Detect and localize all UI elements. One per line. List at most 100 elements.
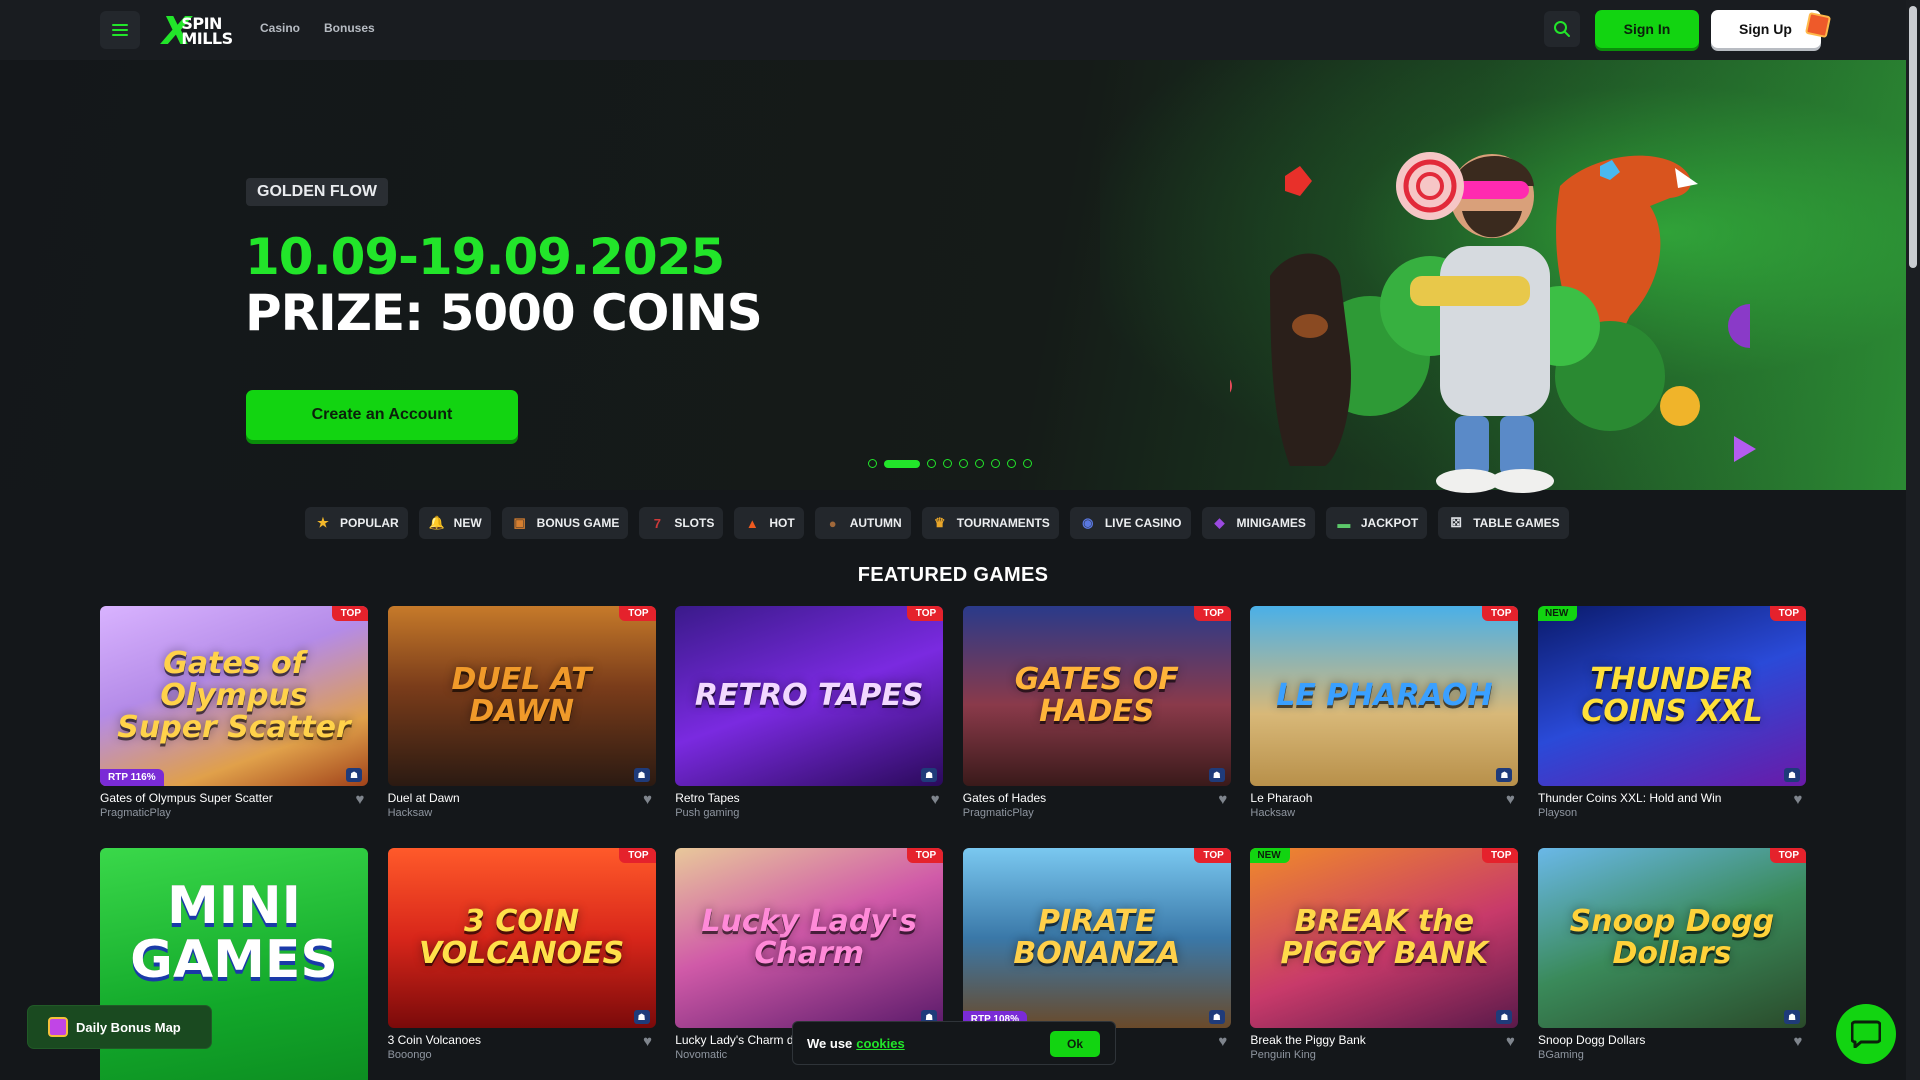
carousel-dot[interactable]	[1023, 459, 1032, 468]
game-card[interactable]: GATES OF HADES TOP ☗ Gates of Hades Pragmati…	[962, 606, 1231, 819]
top-badge: TOP	[1482, 848, 1519, 863]
category-label: LIVE CASINO	[1104, 516, 1182, 530]
favorite-heart-icon[interactable]: ♥	[640, 792, 656, 808]
game-art-title: Lucky Lady's Charm	[701, 904, 917, 971]
sign-up-label: Sign Up	[1739, 21, 1792, 37]
cash-icon: ▬	[1337, 515, 1351, 531]
category-jackpot[interactable]: ▬ JACKPOT	[1325, 507, 1428, 539]
favorite-heart-icon[interactable]: ♥	[1502, 1034, 1518, 1050]
carousel-dot[interactable]	[1007, 459, 1016, 468]
hero-carousel-dots	[868, 459, 1032, 468]
game-name: Snoop Dogg Dollars	[1538, 1033, 1646, 1047]
category-label: AUTUMN	[849, 516, 902, 530]
game-name: Gates of Hades	[962, 791, 1047, 805]
favorite-heart-icon[interactable]: ♥	[1215, 1034, 1231, 1050]
game-provider: PragmaticPlay	[100, 807, 171, 819]
game-provider: Hacksaw	[387, 807, 433, 819]
top-badge: TOP	[331, 606, 368, 621]
hamburger-menu-button[interactable]	[100, 11, 140, 49]
favorite-heart-icon[interactable]: ♥	[927, 792, 943, 808]
favorite-heart-icon[interactable]: ♥	[640, 1034, 656, 1050]
hero-banner[interactable]: GOLDEN FLOW 10.09-19.09.2025 PRIZE: 5000…	[0, 60, 1906, 493]
acorn-icon: ●	[828, 515, 837, 531]
new-badge: NEW	[1250, 848, 1290, 863]
category-table-games[interactable]: ⚄ TABLE GAMES	[1438, 507, 1569, 539]
carousel-dot[interactable]	[868, 459, 877, 468]
game-card[interactable]: LE PHARAOH TOP ☗ Le Pharaoh Hacksaw ♥	[1250, 606, 1519, 819]
favorite-heart-icon[interactable]: ♥	[1790, 1034, 1806, 1050]
carousel-dot[interactable]	[959, 459, 968, 468]
category-live-casino[interactable]: ◉ LIVE CASINO	[1069, 507, 1191, 539]
gem-icon: ◆	[1214, 515, 1225, 530]
category-label: SLOTS	[674, 516, 715, 530]
category-minigames[interactable]: ◆ MINIGAMES	[1201, 507, 1315, 539]
carousel-dot[interactable]	[943, 459, 952, 468]
top-badge: TOP	[1769, 606, 1806, 621]
game-card[interactable]: Snoop Dogg Dollars TOP ☗ Snoop Dogg Dollars…	[1538, 848, 1806, 1061]
game-card[interactable]: DUEL AT DAWN TOP ☗ Duel at Dawn Hacksaw ♥	[387, 606, 656, 819]
game-provider: Push gaming	[675, 807, 740, 819]
category-popular[interactable]: ★ POPULAR	[305, 507, 408, 539]
bonus-buy-icon: ☗	[1496, 1010, 1513, 1024]
category-tournaments[interactable]: ♛ TOURNAMENTS	[921, 507, 1059, 539]
carousel-dot[interactable]	[991, 459, 1000, 468]
game-card[interactable]: RETRO TAPES TOP ☗ Retro Tapes Push gaming ♥	[675, 606, 944, 819]
bonus-buy-icon: ☗	[1496, 768, 1513, 782]
logo-line2: MILLS	[181, 29, 233, 48]
minigames-title: MINI GAMES	[130, 876, 338, 990]
carousel-dot[interactable]	[975, 459, 984, 468]
game-category-bar: ★ POPULAR 🔔 NEW ▣ BONUS GAME 7 SLOTS ▲ HOT ● AUTUMN…	[305, 507, 1569, 539]
game-card[interactable]: 3 COIN VOLCANOES TOP ☗ 3 Coin Volcanoes Booo…	[387, 848, 656, 1061]
category-new[interactable]: 🔔 NEW	[418, 507, 491, 539]
cookie-ok-button[interactable]: Ok	[1050, 1031, 1100, 1057]
nav-casino-link[interactable]: Casino	[260, 21, 300, 35]
nav-bonuses-link[interactable]: Bonuses	[324, 21, 375, 35]
hamburger-icon	[112, 24, 128, 36]
game-name: Thunder Coins XXL: Hold and Win	[1538, 791, 1722, 805]
logo-wordmark: SPIN MILLS	[181, 16, 233, 48]
bonus-buy-icon: ☗	[921, 768, 938, 782]
category-autumn[interactable]: ● AUTUMN	[814, 507, 911, 539]
sign-in-button[interactable]: Sign In	[1595, 10, 1699, 48]
search-icon	[1554, 21, 1570, 37]
sign-up-button[interactable]: Sign Up	[1711, 10, 1832, 48]
favorite-heart-icon[interactable]: ♥	[1790, 792, 1806, 808]
hero-play-arrow-icon	[1734, 436, 1756, 462]
favorite-heart-icon[interactable]: ♥	[1502, 792, 1518, 808]
hero-characters-illustration	[1230, 152, 1750, 493]
game-name: Gates of Olympus Super Scatter	[100, 791, 273, 805]
game-thumbnail: RETRO TAPES TOP ☗	[675, 606, 944, 786]
create-account-button[interactable]: Create an Account	[246, 390, 518, 440]
favorite-heart-icon[interactable]: ♥	[352, 792, 368, 808]
top-badge: TOP	[1769, 848, 1806, 863]
category-label: BONUS GAME	[536, 516, 620, 530]
category-bonus-game[interactable]: ▣ BONUS GAME	[501, 507, 629, 539]
top-header: X SPIN MILLS Casino Bonuses Sign In Sign…	[0, 0, 1906, 60]
favorite-heart-icon[interactable]: ♥	[1215, 792, 1231, 808]
game-card[interactable]: PIRATE BONANZATOPRTP 108%☗Pirate Bonanza…	[962, 848, 1231, 1050]
roulette-icon: ◉	[1082, 515, 1094, 530]
treasure-chest-icon: ▣	[513, 515, 526, 530]
game-thumbnail: 3 COIN VOLCANOES TOP ☗	[387, 848, 656, 1028]
game-thumbnail: DUEL AT DAWN TOP ☗	[387, 606, 656, 786]
daily-bonus-map-button[interactable]: Daily Bonus Map	[28, 1006, 211, 1048]
category-slots[interactable]: 7 SLOTS	[639, 507, 724, 539]
game-card[interactable]: THUNDER COINS XXL TOP NEW ☗ Thunder Coins XX…	[1538, 606, 1806, 819]
game-card[interactable]: BREAK the PIGGY BANK TOP NEW ☗ Break the Pig…	[1250, 848, 1519, 1061]
page-scrollbar[interactable]	[1906, 0, 1920, 1080]
carousel-dot[interactable]	[927, 459, 936, 468]
cookies-link[interactable]: cookies	[856, 1036, 904, 1051]
game-thumbnail: Lucky Lady's Charm TOP ☗	[675, 848, 944, 1028]
category-hot[interactable]: ▲ HOT	[734, 507, 804, 539]
category-label: TOURNAMENTS	[956, 516, 1050, 530]
live-chat-button[interactable]	[1836, 1004, 1896, 1064]
chat-bubble-icon	[1851, 1020, 1881, 1048]
rtp-badge: RTP 116%	[100, 769, 164, 786]
carousel-dot[interactable]	[884, 459, 920, 468]
top-badge: TOP	[1194, 606, 1231, 621]
top-badge: TOP	[906, 606, 944, 621]
search-button[interactable]	[1544, 11, 1580, 47]
game-card[interactable]: Gates of Olympus Super Scatter TOP RTP 116…	[100, 606, 368, 819]
scrollbar-thumb[interactable]	[1909, 6, 1917, 268]
spin-mills-logo[interactable]: X SPIN MILLS	[162, 12, 233, 50]
